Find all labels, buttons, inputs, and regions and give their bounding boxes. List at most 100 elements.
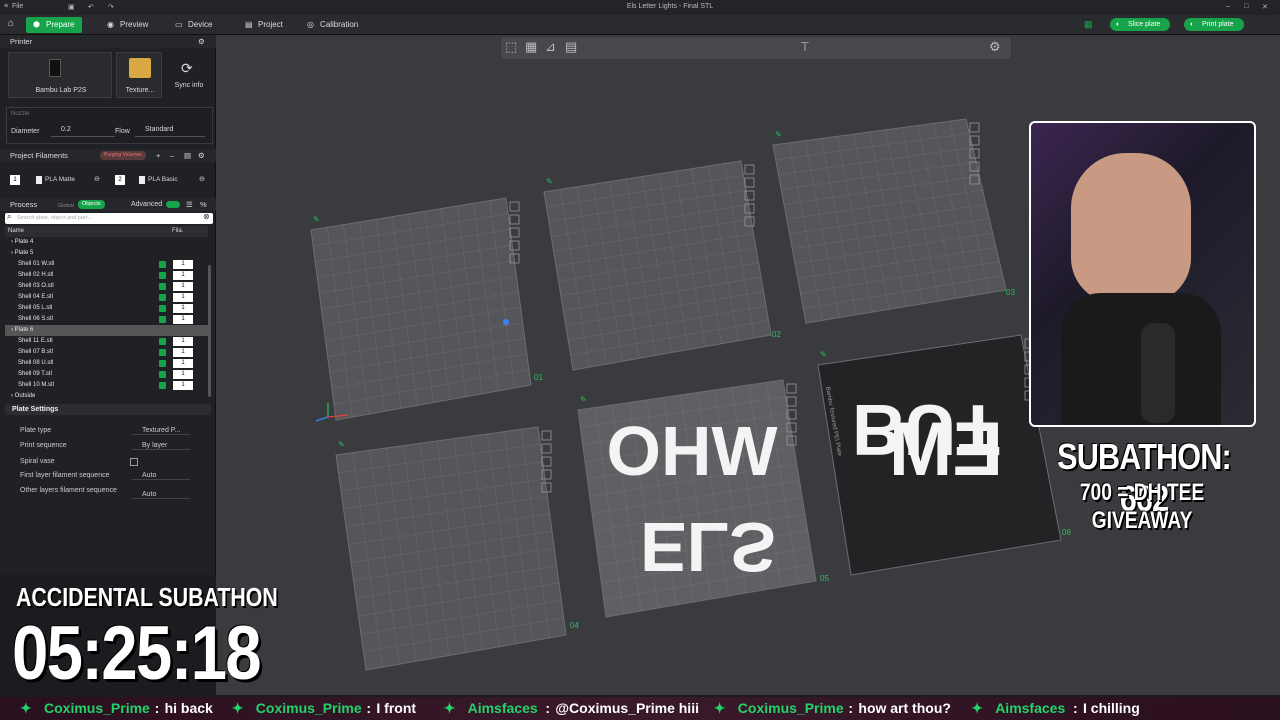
tree-object-item[interactable]: Shell 05 L.stl 1 — [5, 303, 211, 314]
build-plate-1[interactable]: 01 ✎ — [310, 197, 543, 421]
first-layer-sequence-select[interactable]: Auto — [132, 472, 190, 480]
tree-plate-item[interactable]: › Plate 6 — [5, 325, 211, 336]
tree-object-item[interactable]: Shell 09 T.stl 1 — [5, 369, 211, 380]
plate-tool-icon[interactable] — [509, 214, 520, 225]
tree-object-item[interactable]: Shell 08 U.stl 1 — [5, 358, 211, 369]
visibility-checkbox[interactable] — [159, 283, 166, 290]
build-plate-2[interactable]: 02 ✎ — [543, 160, 781, 371]
plate-edit-icon[interactable]: ✎ — [313, 215, 320, 224]
tab-calibration[interactable]: ◎ Calibration — [300, 17, 366, 33]
tree-object-item[interactable]: Shell 01 W.stl 1 — [5, 259, 211, 270]
tree-plate-item[interactable]: › Plate 4 — [5, 237, 211, 248]
add-filament-icon[interactable]: + — [156, 149, 160, 162]
printed-letters[interactable]: ELS — [640, 508, 776, 586]
plate-tool-icon[interactable] — [541, 443, 552, 454]
spiral-vase-checkbox[interactable] — [130, 458, 138, 466]
process-global-toggle[interactable]: Global — [58, 200, 74, 213]
print-sequence-select[interactable]: By layer — [132, 442, 190, 450]
tree-object-item[interactable]: Shell 11 E.stl 1 — [5, 336, 211, 347]
plate-close-icon[interactable] — [744, 164, 755, 175]
visibility-checkbox[interactable] — [159, 316, 166, 323]
visibility-checkbox[interactable] — [159, 371, 166, 378]
app-menu-icon[interactable]: ≡ — [4, 3, 8, 10]
settings-gear-icon[interactable]: ⚙ — [198, 35, 205, 48]
visibility-checkbox[interactable] — [159, 305, 166, 312]
tree-object-item[interactable]: Shell 02 H.stl 1 — [5, 270, 211, 281]
remove-filament-icon[interactable]: – — [170, 149, 174, 162]
maximize-icon[interactable]: □ — [1244, 3, 1248, 10]
filament-number-field[interactable]: 1 — [173, 293, 193, 302]
percent-icon[interactable]: % — [200, 198, 207, 211]
close-icon[interactable]: ✕ — [1262, 3, 1268, 11]
plate-edit-icon[interactable]: ✎ — [580, 395, 587, 404]
filament-number-field[interactable]: 1 — [173, 370, 193, 379]
plate-edit-icon[interactable]: ✎ — [775, 130, 782, 139]
filament-edit-circle-icon[interactable]: ⊖ — [94, 175, 100, 183]
build-plate-4[interactable]: 04 ✎ — [335, 426, 579, 671]
redo-icon[interactable]: ↷ — [108, 3, 114, 11]
print-plate-button[interactable]: ◐ Print plate — [1184, 18, 1244, 31]
object-search-input[interactable]: ⌕ Search plate, object and part... ⊗ — [5, 212, 213, 224]
plate-close-icon[interactable] — [541, 430, 552, 441]
plate-texture-card[interactable]: Texture... — [116, 52, 162, 98]
visibility-checkbox[interactable] — [159, 338, 166, 345]
purging-volumes-badge[interactable]: Purging Volumes — [100, 151, 146, 160]
advanced-toggle[interactable] — [166, 201, 180, 208]
filament-number-field[interactable]: 1 — [173, 282, 193, 291]
plate-tool-icon[interactable] — [786, 396, 797, 407]
plate-close-icon[interactable] — [969, 122, 980, 133]
printed-letters[interactable]: WHO — [606, 412, 777, 490]
tree-object-item[interactable]: Shell 06 S.stl 1 — [5, 314, 211, 325]
plate-close-icon[interactable] — [786, 383, 797, 394]
plate-type-select[interactable]: Textured P... — [132, 427, 190, 435]
diameter-select[interactable]: 0.2 — [51, 126, 115, 137]
tab-project[interactable]: ▤ Project — [238, 17, 291, 33]
tree-object-item[interactable]: Shell 04 E.stl 1 — [5, 292, 211, 303]
tab-device[interactable]: ▭ Device — [168, 17, 220, 33]
filament-number-field[interactable]: 1 — [173, 381, 193, 390]
plate-tool-icon[interactable] — [744, 177, 755, 188]
visibility-checkbox[interactable] — [159, 360, 166, 367]
process-objects-toggle[interactable]: Objects — [78, 200, 105, 209]
tab-preview[interactable]: ◉ Preview — [100, 17, 156, 33]
list-icon[interactable]: ☰ — [186, 198, 193, 211]
minimize-icon[interactable]: – — [1226, 3, 1230, 10]
visibility-checkbox[interactable] — [159, 272, 166, 279]
visibility-checkbox[interactable] — [159, 349, 166, 356]
filament-number-field[interactable]: 1 — [173, 348, 193, 357]
filament-number-field[interactable]: 1 — [173, 260, 193, 269]
filament-number-field[interactable]: 1 — [173, 315, 193, 324]
plate-edit-icon[interactable]: ✎ — [820, 350, 827, 359]
plate-close-icon[interactable] — [509, 201, 520, 212]
visibility-checkbox[interactable] — [159, 261, 166, 268]
plate-edit-icon[interactable]: ✎ — [546, 177, 553, 186]
filament-settings-icon[interactable]: ⚙ — [198, 149, 205, 162]
slice-plate-button[interactable]: ◐ Slice plate — [1110, 18, 1171, 31]
save-icon[interactable]: ▣ — [68, 3, 75, 11]
filament-number-field[interactable]: 1 — [173, 304, 193, 313]
plate-icon[interactable]: ▦ — [1084, 19, 1093, 30]
filament-slot-1[interactable]: 1 PLA Matte ⊖ — [10, 175, 100, 186]
undo-icon[interactable]: ↶ — [88, 3, 94, 11]
build-plate-3[interactable]: 03 ✎ — [772, 118, 1015, 324]
file-menu[interactable]: File — [12, 3, 23, 10]
sync-info-button[interactable]: ⟳ Sync info — [166, 52, 212, 98]
home-icon[interactable]: ⌂ — [8, 18, 14, 29]
filament-edit-circle-icon[interactable]: ⊖ — [199, 175, 205, 183]
filament-number-field[interactable]: 1 — [173, 359, 193, 368]
object-list-scrollbar[interactable] — [208, 265, 211, 397]
tree-plate-item[interactable]: › Plate 5 — [5, 248, 211, 259]
filament-slot-2[interactable]: 2 PLA Basic ⊖ — [115, 175, 210, 186]
visibility-checkbox[interactable] — [159, 294, 166, 301]
visibility-checkbox[interactable] — [159, 382, 166, 389]
tree-plate-item[interactable]: › Outside — [5, 391, 211, 402]
plate-edit-icon[interactable]: ✎ — [338, 440, 345, 449]
filament-number-field[interactable]: 1 — [173, 271, 193, 280]
filament-edit-icon[interactable]: ▤ — [184, 149, 191, 162]
printer-card[interactable]: Bambu Lab P2S — [8, 52, 112, 98]
tree-object-item[interactable]: Shell 03 O.stl 1 — [5, 281, 211, 292]
printed-letters[interactable]: EM — [889, 407, 1003, 492]
clear-search-icon[interactable]: ⊗ — [203, 212, 210, 221]
filament-number-field[interactable]: 1 — [173, 337, 193, 346]
tree-object-item[interactable]: Shell 07 B.stl 1 — [5, 347, 211, 358]
